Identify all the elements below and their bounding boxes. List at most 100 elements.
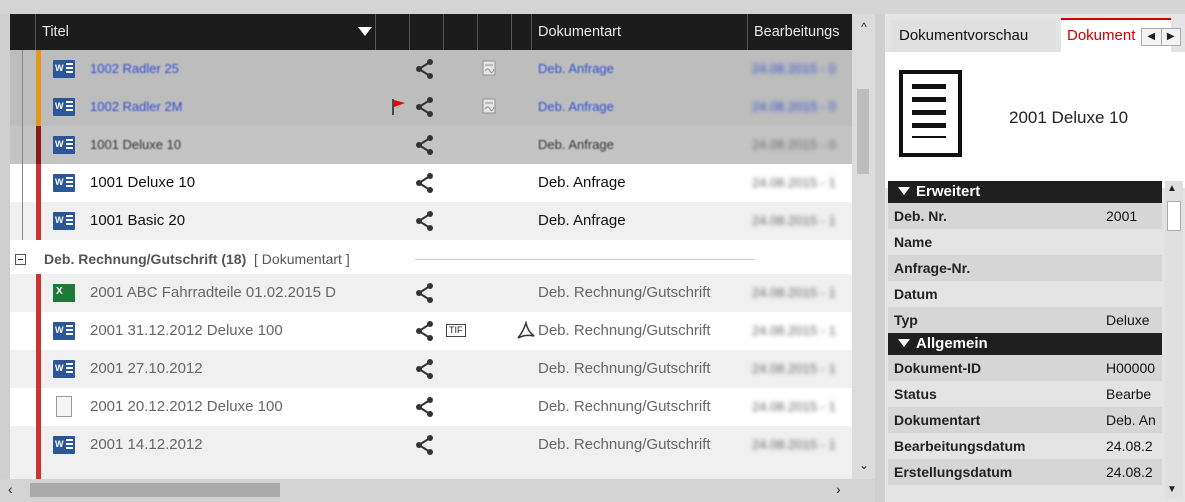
- property-key: Deb. Nr.: [894, 208, 947, 224]
- share-icon[interactable]: [414, 434, 436, 456]
- top-strip: [0, 0, 1185, 14]
- column-bearbeitungsdatum-label: Bearbeitungs: [754, 24, 840, 40]
- vertical-scroll-thumb[interactable]: [857, 89, 869, 174]
- table-row[interactable]: 2001 20.12.2012 Deluxe 100 Deb. Rechnung/…: [10, 388, 862, 426]
- share-icon[interactable]: [414, 320, 436, 342]
- tab-next-icon[interactable]: ▶: [1162, 29, 1181, 45]
- expand-triangle-icon[interactable]: [898, 187, 910, 195]
- share-icon[interactable]: [414, 282, 436, 304]
- property-value: 2001: [1106, 208, 1138, 224]
- table-row[interactable]: [10, 464, 862, 479]
- preview-title: 2001 Deluxe 10: [1009, 108, 1129, 127]
- tree-line: [22, 164, 23, 202]
- column-filter-arrow-icon[interactable]: [358, 27, 372, 36]
- expand-triangle-icon[interactable]: [898, 339, 910, 347]
- share-icon[interactable]: [414, 396, 436, 418]
- status-band: [36, 126, 41, 164]
- property-key: Name: [894, 234, 933, 250]
- column-blank-2[interactable]: [410, 14, 444, 50]
- grid-horizontal-scrollbar[interactable]: ‹ ›: [0, 479, 875, 502]
- property-row: Erstellungsdatum 24.08.2: [888, 459, 1162, 485]
- status-band: [36, 274, 41, 312]
- table-row[interactable]: 1001 Deluxe 10 Deb. Anfrage 24.08.2015 - 0: [10, 126, 862, 164]
- row-title: 1002 Radler 2M: [90, 99, 183, 114]
- property-row: Bearbeitungsdatum 24.08.2: [888, 433, 1162, 459]
- scroll-right-icon[interactable]: ›: [836, 481, 841, 497]
- side-panel: Dokumentvorschau Dokument ◀ ▶ 2001 Delux…: [885, 14, 1185, 502]
- panel-scroll-thumb[interactable]: [1167, 201, 1181, 231]
- table-row[interactable]: 1001 Basic 20 Deb. Anfrage 24.08.2015 - 1: [10, 202, 862, 240]
- row-title: 2001 20.12.2012 Deluxe 100: [90, 398, 283, 415]
- column-bearbeitungsdatum[interactable]: Bearbeitungs: [748, 14, 862, 50]
- share-icon[interactable]: [414, 172, 436, 194]
- row-bearbeitungsdatum: 24.08.2015 - 1: [752, 399, 836, 414]
- table-row[interactable]: 2001 14.12.2012 Deb. Rechnung/Gutschrift 2…: [10, 426, 862, 464]
- status-band: [36, 202, 41, 240]
- status-band: [36, 312, 41, 350]
- row-title: 1001 Deluxe 10: [90, 174, 196, 191]
- share-icon[interactable]: [414, 96, 436, 118]
- document-icon: [899, 70, 962, 157]
- column-blank-3[interactable]: [444, 14, 478, 50]
- scroll-up-icon[interactable]: ^: [857, 20, 871, 34]
- row-bearbeitungsdatum: 24.08.2015 - 0: [752, 61, 836, 76]
- column-blank-4[interactable]: [478, 14, 512, 50]
- table-row[interactable]: 1002 Radler 25 Deb. Anfrage 24.08.2015 - 0: [10, 50, 862, 88]
- group-label: Deb. Rechnung/Gutschrift (18) [ Dokument…: [44, 246, 350, 272]
- property-row: Status Bearbe: [888, 381, 1162, 407]
- word-file-icon: [53, 322, 75, 340]
- scroll-down-icon[interactable]: ⌄: [857, 458, 871, 472]
- panel-scroll-down-icon[interactable]: ▼: [1167, 484, 1177, 495]
- scroll-left-icon[interactable]: ‹: [8, 481, 13, 497]
- row-dokumentart: Deb. Rechnung/Gutschrift: [538, 398, 711, 415]
- column-titel-label: Titel: [42, 24, 69, 40]
- property-key: Erstellungsdatum: [894, 464, 1013, 480]
- grid-vertical-scrollbar[interactable]: ^ ⌄: [852, 14, 875, 479]
- tree-line: [22, 202, 23, 240]
- document-preview: 2001 Deluxe 10: [885, 52, 1185, 188]
- tab-prev-icon[interactable]: ◀: [1142, 29, 1162, 45]
- text-file-icon: [56, 396, 72, 417]
- property-value: Bearbe: [1106, 386, 1152, 402]
- property-key: Anfrage-Nr.: [894, 260, 971, 276]
- collapse-group-icon[interactable]: [15, 254, 26, 265]
- column-blank-5[interactable]: [512, 14, 532, 50]
- section-allgemein[interactable]: Allgemein: [888, 333, 1162, 355]
- tab-dokumentvorschau[interactable]: Dokumentvorschau: [891, 20, 1056, 52]
- row-dokumentart: Deb. Anfrage: [538, 61, 614, 76]
- column-dokumentart[interactable]: Dokumentart: [532, 14, 748, 50]
- property-key: Bearbeitungsdatum: [894, 438, 1026, 454]
- row-bearbeitungsdatum: 24.08.2015 - 1: [752, 361, 836, 376]
- group-tag: [ Dokumentart ]: [254, 251, 350, 267]
- property-row: Datum: [888, 281, 1162, 307]
- horizontal-scroll-thumb[interactable]: [30, 483, 280, 497]
- flag-icon[interactable]: [392, 99, 406, 115]
- table-row[interactable]: 2001 ABC Fahrradteile 01.02.2015 D Deb. R…: [10, 274, 862, 312]
- row-bearbeitungsdatum: 24.08.2015 - 1: [752, 213, 836, 228]
- share-icon[interactable]: [414, 210, 436, 232]
- row-bearbeitungsdatum: 24.08.2015 - 1: [752, 285, 836, 300]
- property-key: Datum: [894, 286, 938, 302]
- document-grid[interactable]: Titel Dokumentart Bearbeitungs 1002 Radl…: [10, 14, 862, 479]
- property-value: H00000: [1106, 360, 1156, 376]
- word-file-icon: [53, 360, 75, 378]
- section-erweitert[interactable]: Erweitert: [888, 181, 1162, 203]
- column-blank-1[interactable]: [376, 14, 410, 50]
- status-band: [36, 164, 41, 202]
- row-title: 2001 14.12.2012: [90, 436, 203, 453]
- share-icon[interactable]: [414, 134, 436, 156]
- share-icon[interactable]: [414, 58, 436, 80]
- table-row[interactable]: 1002 Radler 2M Deb. Anfrage 24.08.2015 - 0: [10, 88, 862, 126]
- grid-header: Titel Dokumentart Bearbeitungs: [10, 14, 862, 50]
- panel-scroll-up-icon[interactable]: ▲: [1167, 183, 1177, 194]
- table-row[interactable]: 2001 27.10.2012 Deb. Rechnung/Gutschrift 2…: [10, 350, 862, 388]
- table-row[interactable]: 2001 31.12.2012 Deluxe 100 TIF Deb. Rechnu…: [10, 312, 862, 350]
- table-row[interactable]: 1001 Deluxe 10 Deb. Anfrage 24.08.2015 - 1: [10, 164, 862, 202]
- row-title: 1001 Basic 20: [90, 212, 186, 229]
- status-band: [36, 388, 41, 426]
- group-header[interactable]: Deb. Rechnung/Gutschrift (18) [ Dokument…: [10, 246, 862, 274]
- panel-scrollbar[interactable]: ▲ ▼: [1165, 181, 1183, 499]
- share-icon[interactable]: [414, 358, 436, 380]
- column-titel[interactable]: Titel: [36, 14, 376, 50]
- word-file-icon: [53, 136, 75, 154]
